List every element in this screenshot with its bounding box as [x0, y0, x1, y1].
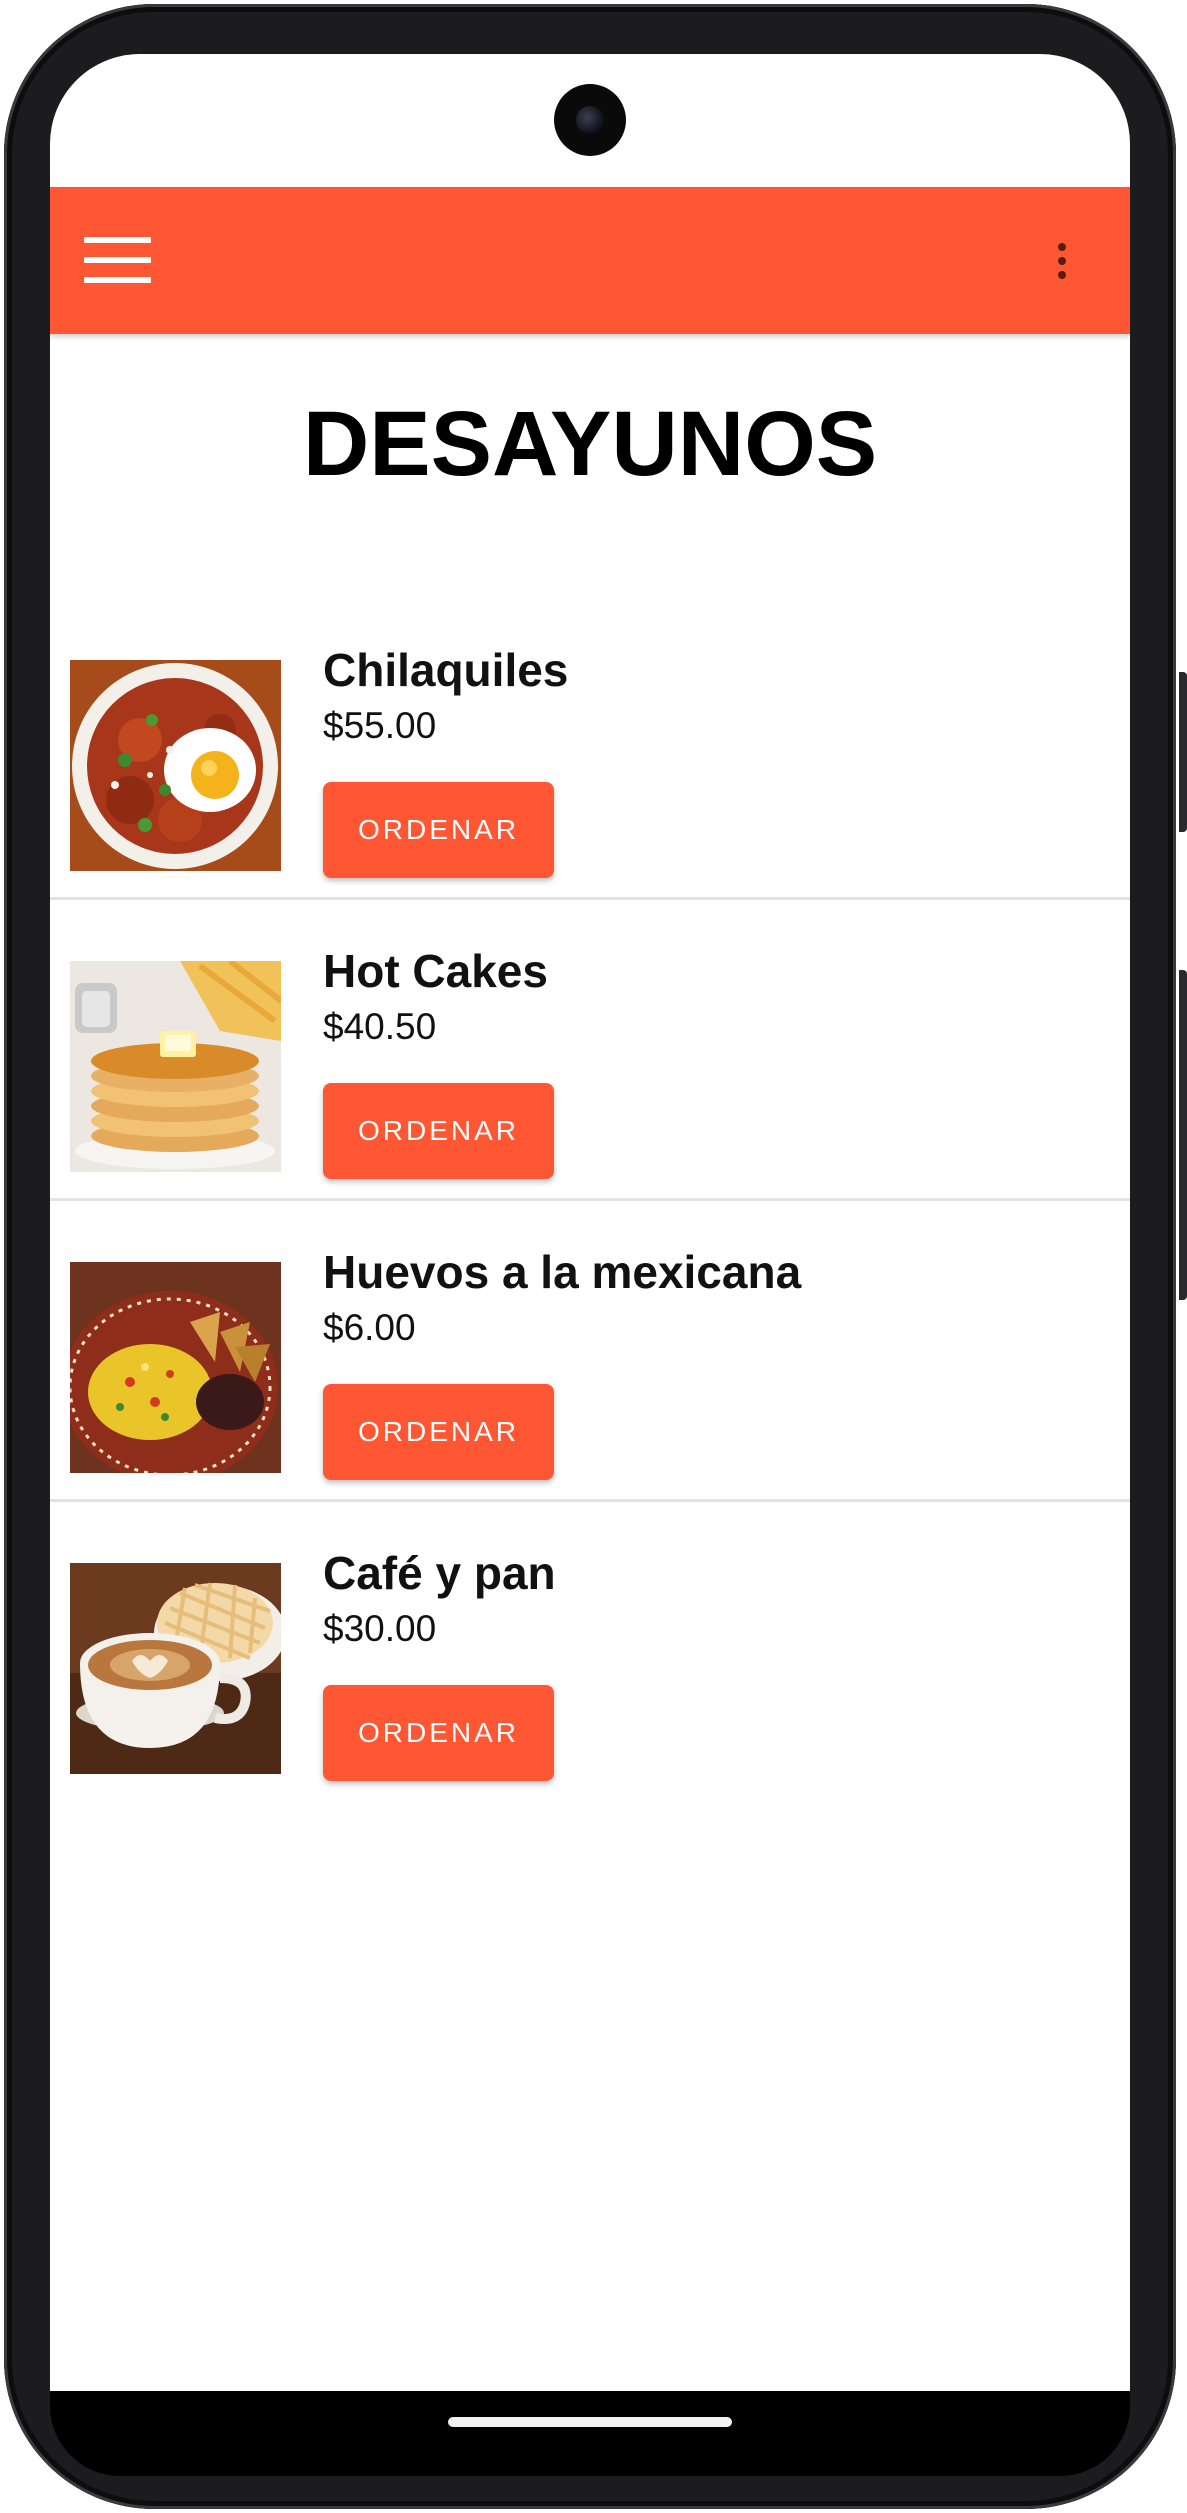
- phone-mockup: DESAYUNOS Chilaquiles $55.00 ORDENAR Hot…: [0, 0, 1187, 2513]
- hot-cakes-photo: [70, 961, 281, 1172]
- order-button[interactable]: ORDENAR: [323, 782, 554, 878]
- list-item: Chilaquiles $55.00 ORDENAR: [50, 599, 1130, 900]
- home-indicator[interactable]: [448, 2417, 732, 2427]
- menu-list: Chilaquiles $55.00 ORDENAR Hot Cakes $40…: [50, 599, 1130, 1803]
- item-price: $30.00: [323, 1608, 437, 1649]
- navigation-bar: [50, 2391, 1130, 2476]
- item-price: $40.50: [323, 1006, 437, 1047]
- order-button[interactable]: ORDENAR: [323, 1384, 554, 1480]
- front-camera: [554, 84, 626, 156]
- app-screen: DESAYUNOS Chilaquiles $55.00 ORDENAR Hot…: [50, 54, 1130, 2391]
- volume-button: [1179, 970, 1187, 1300]
- list-item: Café y pan $30.00 ORDENAR: [50, 1502, 1130, 1803]
- item-name: Café y pan: [323, 1547, 556, 1599]
- page-title: DESAYUNOS: [302, 393, 878, 495]
- power-button: [1179, 672, 1187, 832]
- item-price: $55.00: [323, 705, 437, 746]
- hamburger-menu-icon[interactable]: [80, 225, 156, 295]
- list-item: Hot Cakes $40.50 ORDENAR: [50, 900, 1130, 1201]
- order-button[interactable]: ORDENAR: [323, 1685, 554, 1781]
- chilaquiles-photo: [70, 660, 281, 871]
- item-name: Chilaquiles: [323, 644, 569, 696]
- more-vert-icon[interactable]: [1042, 231, 1082, 291]
- app-bar: [50, 187, 1130, 334]
- list-item: Huevos a la mexicana $6.00 ORDENAR: [50, 1201, 1130, 1502]
- item-name: Hot Cakes: [323, 945, 548, 997]
- order-button[interactable]: ORDENAR: [323, 1083, 554, 1179]
- item-price: $6.00: [323, 1307, 416, 1348]
- cafe-y-pan-photo: [70, 1563, 281, 1774]
- item-name: Huevos a la mexicana: [323, 1246, 802, 1298]
- huevos-a-la-mexicana-photo: [70, 1262, 281, 1473]
